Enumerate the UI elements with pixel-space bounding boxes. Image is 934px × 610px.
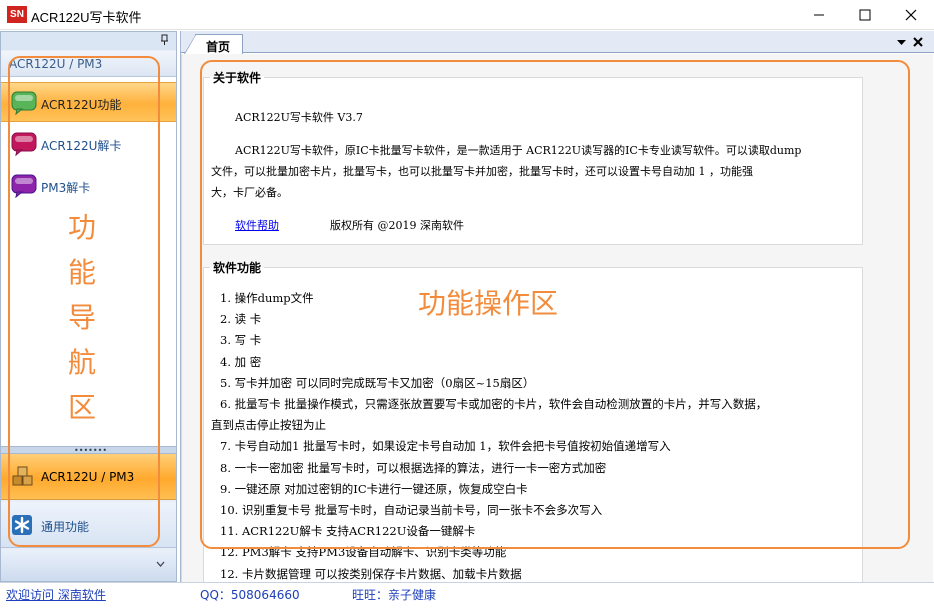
- feature-item: 6. 批量写卡 批量操作模式，只需逐张放置要写卡或加密的卡片，软件会自动检测放置…: [220, 397, 768, 411]
- help-link[interactable]: 软件帮助: [235, 217, 279, 233]
- nav-item-pm3-decode[interactable]: PM3解卡: [1, 166, 176, 206]
- close-button[interactable]: [888, 0, 934, 30]
- maximize-icon: [859, 9, 871, 21]
- feature-item: 10. 识别重复卡号 批量写卡时，自动记录当前卡号，同一张卡不会多次写入: [220, 503, 603, 517]
- nav-footer[interactable]: [1, 550, 176, 581]
- feature-item: 1. 操作dump文件: [220, 291, 314, 305]
- nav-item-acr122u-decode[interactable]: ACR122U解卡: [1, 124, 176, 164]
- section-button-acr122u-pm3[interactable]: ACR122U / PM3: [1, 454, 176, 500]
- nav-splitter-handle[interactable]: •••••••: [1, 446, 176, 455]
- nav-item-label: ACR122U功能: [41, 98, 122, 112]
- feature-item: 3. 写 卡: [220, 333, 262, 348]
- asterisk-icon: [12, 515, 32, 535]
- close-icon: [905, 9, 917, 21]
- section-button-general[interactable]: 通用功能: [1, 502, 176, 548]
- features-legend: 软件功能: [213, 261, 262, 275]
- description-line: ACR122U写卡软件，原IC卡批量写卡软件，是一款适用于 ACR122U读写器…: [235, 144, 802, 157]
- section-label: 通用功能: [41, 520, 90, 534]
- cubes-icon: [12, 466, 33, 486]
- nav-item-label: PM3解卡: [41, 181, 91, 195]
- nav-group-title[interactable]: ACR122U / PM3: [1, 51, 176, 77]
- tab-strip: 首页: [181, 31, 934, 54]
- feature-item: 直到点击停止按钮为止: [211, 418, 326, 433]
- description-line: 大，卡厂必备。: [211, 186, 288, 199]
- nav-header: [1, 32, 176, 50]
- nav-group-label: ACR122U / PM3: [9, 57, 103, 71]
- feature-item: 7. 卡号自动加1 批量写卡时，如果设定卡号自动加 1，软件会把卡号值按初始值递…: [220, 439, 671, 454]
- window-title: ACR122U写卡软件: [31, 10, 142, 25]
- main-annotation-label: 功能操作区: [418, 287, 559, 320]
- description-line: 文件，可以批量加密卡片，批量写卡，也可以批量写卡并加密，批量写卡时，还可以设置卡…: [211, 165, 753, 178]
- app-logo-icon: SN: [7, 6, 27, 23]
- feature-item: 12. 卡片数据管理 可以按类别保存卡片数据、加载卡片数据: [220, 566, 522, 581]
- tab-list-dropdown-icon[interactable]: [897, 40, 906, 46]
- nav-item-label: ACR122U解卡: [41, 139, 122, 153]
- close-tab-icon[interactable]: [913, 37, 923, 47]
- feature-item: 9. 一键还原 对加过密钥的IC卡进行一键还原，恢复成空白卡: [220, 481, 528, 496]
- version-text: ACR122U写卡软件 V3.7: [235, 111, 363, 124]
- chat-bubble-icon: [11, 91, 37, 115]
- chevron-down-icon: [156, 561, 165, 567]
- feature-item: 4. 加 密: [220, 354, 262, 369]
- section-label: ACR122U / PM3: [41, 470, 135, 484]
- tab-label: 首页: [206, 40, 231, 54]
- status-bar: 欢迎访问 深南软件 QQ：508064660 旺旺：亲子健康: [0, 582, 934, 610]
- nav-annotation-label: 功 能 导 航 区: [67, 211, 96, 424]
- chat-bubble-icon: [11, 132, 37, 156]
- feature-item: 12. PM3解卡 支持PM3设备自动解卡、识别卡类等功能: [220, 545, 507, 560]
- tab-tools: [895, 36, 933, 50]
- feature-item: 2. 读 卡: [220, 312, 262, 327]
- copyright-text: 版权所有 @2019 深南软件: [330, 219, 464, 232]
- title-bar: SN ACR122U写卡软件: [0, 0, 934, 30]
- feature-item: 5. 写卡并加密 可以同时完成既写卡又加密（0扇区~15扇区）: [220, 375, 535, 390]
- tab-home[interactable]: 首页: [184, 34, 243, 54]
- pin-icon[interactable]: [159, 34, 171, 46]
- minimize-button[interactable]: [796, 0, 842, 30]
- wangwang-text: 旺旺：亲子健康: [352, 588, 437, 602]
- feature-item: 8. 一卡一密加密 批量写卡时，可以根据选择的算法，进行一卡一密方式加密: [220, 460, 607, 475]
- about-legend: 关于软件: [213, 71, 262, 85]
- feature-item: 11. ACR122U解卡 支持ACR122U设备一键解卡: [220, 524, 476, 539]
- about-group: 关于软件 ACR122U写卡软件 V3.7 ACR122U写卡软件，原IC卡批量…: [203, 69, 863, 245]
- website-link[interactable]: 欢迎访问 深南软件: [6, 586, 106, 603]
- maximize-button[interactable]: [842, 0, 888, 30]
- nav-item-acr122u-function[interactable]: ACR122U功能: [1, 82, 176, 122]
- minimize-icon: [814, 14, 824, 16]
- chat-bubble-icon: [11, 174, 37, 198]
- qq-text: QQ：508064660: [200, 588, 300, 602]
